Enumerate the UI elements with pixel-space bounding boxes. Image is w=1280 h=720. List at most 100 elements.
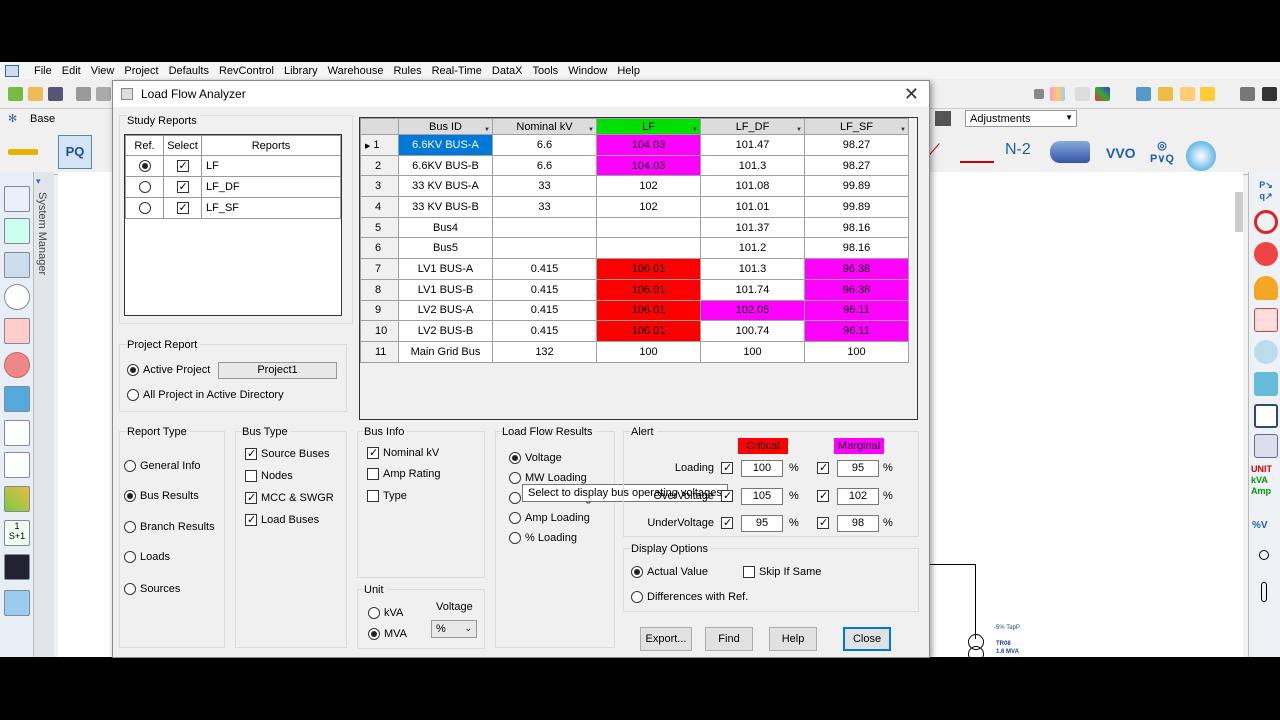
bus-id-cell[interactable]: LV1 BUS-B	[398, 278, 493, 301]
bus-type-source-buses-checkbox[interactable]: Source Buses	[245, 448, 329, 460]
lf-cell[interactable]: 106.01	[596, 299, 701, 322]
grid-row[interactable]: ▶ 1 6.6KV BUS-A 6.6 104.03 101.47 98.27	[360, 134, 909, 156]
menu-defaults[interactable]: Defaults	[164, 65, 214, 77]
bus-id-cell[interactable]: 33 KV BUS-B	[398, 196, 493, 218]
grid-row[interactable]: 9 LV2 BUS-A 0.415 106.01 102.05 96.11	[360, 299, 909, 322]
row-header[interactable]: 5	[360, 216, 399, 239]
note-icon[interactable]	[1158, 87, 1173, 101]
train-icon[interactable]	[1050, 141, 1090, 163]
color-icon[interactable]	[1050, 87, 1065, 101]
study-report-row[interactable]: LF_DF	[125, 176, 341, 198]
study-report-row[interactable]: LF_SF	[125, 197, 341, 219]
ref-cell[interactable]	[125, 155, 164, 177]
comment-icon[interactable]	[1200, 87, 1215, 101]
cable-element-icon[interactable]	[4, 252, 30, 278]
bus-element-icon[interactable]	[4, 186, 30, 212]
text-icon[interactable]	[1075, 87, 1090, 101]
radio-indicator[interactable]	[124, 583, 136, 595]
filter-icon[interactable]: ▼	[692, 127, 698, 133]
lf-df-cell[interactable]: 101.37	[700, 216, 805, 239]
checkbox-indicator[interactable]	[245, 470, 257, 482]
mva-radio[interactable]: MVA	[368, 628, 407, 640]
refresh-icon[interactable]	[1254, 210, 1278, 234]
folder-icon[interactable]	[1180, 87, 1195, 101]
row-header[interactable]: 8	[360, 278, 399, 301]
row-header[interactable]: 3	[360, 175, 399, 198]
row-header[interactable]: 6	[360, 237, 399, 260]
lock-icon[interactable]	[1240, 87, 1255, 101]
critical-checkbox[interactable]	[721, 462, 733, 474]
grid-row[interactable]: 11 Main Grid Bus 132 100 100 100	[360, 340, 909, 363]
checkbox-indicator[interactable]	[245, 492, 257, 504]
nominal-kv-cell[interactable]: 0.415	[492, 278, 597, 301]
lf-sf-cell[interactable]: 96.38	[804, 278, 909, 301]
radio-indicator[interactable]	[509, 472, 521, 484]
ref-radio[interactable]	[138, 181, 151, 194]
ref-cell[interactable]	[125, 176, 164, 198]
map-icon[interactable]	[4, 486, 30, 512]
marginal-value-input[interactable]: 98	[837, 515, 879, 532]
lf-cell[interactable]	[596, 216, 701, 239]
row-header[interactable]: ▶ 1	[360, 134, 399, 156]
lf-cell[interactable]: 104.03	[596, 134, 701, 156]
nominal-kv-cell[interactable]: 0.415	[492, 258, 597, 280]
nominal-kv-cell[interactable]: 33	[492, 196, 597, 218]
pin-icon[interactable]: ▾	[36, 176, 41, 187]
skip-if-same-checkbox[interactable]: Skip If Same	[743, 566, 821, 578]
select-checkbox[interactable]	[176, 160, 189, 173]
system-manager-tab[interactable]: ▾ System Manager	[34, 172, 54, 657]
row-header[interactable]: 7	[360, 258, 399, 280]
s-plus-one-icon[interactable]: 1 S+1	[4, 520, 30, 546]
bus-id-cell[interactable]: Main Grid Bus	[398, 340, 493, 363]
nominal-kv-cell[interactable]	[492, 216, 597, 239]
menu-edit[interactable]: Edit	[57, 65, 86, 77]
nominal-kv-cell[interactable]: 0.415	[492, 299, 597, 322]
breaker-icon[interactable]	[960, 143, 994, 163]
lfr-voltage-radio[interactable]: Voltage	[509, 452, 562, 464]
radio-indicator[interactable]	[631, 566, 643, 578]
bus-id-cell[interactable]: LV2 BUS-B	[398, 320, 493, 342]
row-header[interactable]: 11	[360, 340, 399, 363]
nominal-kv-cell[interactable]: 6.6	[492, 134, 597, 156]
all-projects-radio[interactable]: All Project in Active Directory	[127, 389, 284, 401]
row-header[interactable]: 2	[360, 154, 399, 177]
menu-help[interactable]: Help	[612, 65, 645, 77]
radio-indicator[interactable]	[368, 607, 380, 619]
kva-radio[interactable]: kVA	[368, 607, 403, 619]
alarm-bell-icon[interactable]	[1254, 276, 1278, 300]
bus-id-header[interactable]: Bus ID ▼	[398, 118, 493, 135]
study-report-row[interactable]: LF	[125, 155, 341, 177]
menu-library[interactable]: Library	[279, 65, 323, 77]
bus-type-mcc-swgr-checkbox[interactable]: MCC & SWGR	[245, 492, 334, 504]
grid-row[interactable]: 5 Bus4 101.37 98.16	[360, 216, 909, 239]
critical-value-input[interactable]: 95	[741, 515, 783, 532]
report-type-loads-radio[interactable]: Loads	[124, 551, 170, 563]
compare-icon[interactable]	[1254, 404, 1278, 428]
adjustments-dropdown[interactable]: Adjustments ▼	[965, 110, 1077, 127]
row-header[interactable]: 10	[360, 320, 399, 342]
nominal-kv-cell[interactable]: 6.6	[492, 154, 597, 177]
nominal-kv-cell[interactable]: 132	[492, 340, 597, 363]
meter-icon[interactable]	[1259, 550, 1269, 560]
critical-checkbox[interactable]	[721, 490, 733, 502]
stop-icon[interactable]	[1254, 242, 1278, 266]
gauge-icon[interactable]	[4, 284, 30, 310]
lfr--loading-radio[interactable]: % Loading	[509, 532, 577, 544]
critical-value-input[interactable]: 100	[741, 460, 783, 477]
bus-id-cell[interactable]: Bus5	[398, 237, 493, 260]
lf-df-cell[interactable]: 101.47	[700, 134, 805, 156]
bus-info-nominal-kv-checkbox[interactable]: Nominal kV	[367, 447, 439, 459]
nominal-kv-cell[interactable]	[492, 237, 597, 260]
lfr-mw-loading-radio[interactable]: MW Loading	[509, 472, 587, 484]
marginal-value-input[interactable]: 102	[837, 488, 879, 505]
bus-id-cell[interactable]: 6.6KV BUS-A	[398, 134, 493, 156]
lf-sf-cell[interactable]: 96.38	[804, 258, 909, 280]
report-type-general-info-radio[interactable]: General Info	[124, 460, 201, 472]
load-flow-mode-icon[interactable]: PQ	[58, 135, 92, 169]
bus-type-load-buses-checkbox[interactable]: Load Buses	[245, 514, 319, 526]
percent-v-label[interactable]: %V	[1252, 520, 1268, 531]
checkbox-indicator[interactable]	[367, 468, 379, 480]
radio-indicator[interactable]	[127, 364, 139, 376]
menu-project[interactable]: Project	[119, 65, 163, 77]
grounding-icon[interactable]	[4, 352, 30, 378]
